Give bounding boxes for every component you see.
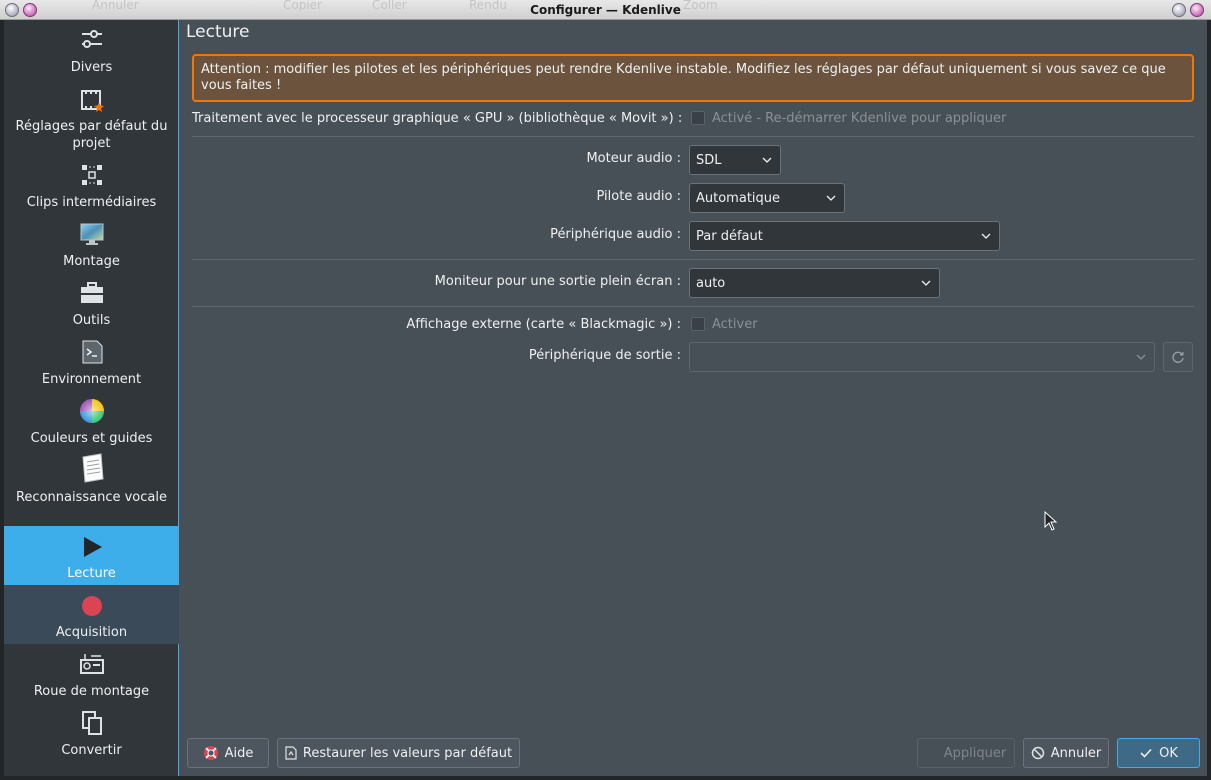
sidebar-item-convertir[interactable]: Convertir [4, 706, 179, 762]
convert-icon [79, 710, 105, 736]
cancel-button[interactable]: Annuler [1023, 738, 1109, 768]
sidebar-item-divers[interactable]: Divers [4, 20, 179, 76]
audio-driver-select[interactable]: Automatique [689, 183, 845, 213]
mouse-cursor-icon [1044, 511, 1058, 531]
sidebar-item-label: Montage [63, 254, 120, 269]
sidebar-item-label: Réglages par défaut du projet [15, 119, 168, 151]
sidebar-item-acquisition[interactable]: Acquisition [4, 585, 179, 644]
toolbox-icon [79, 280, 105, 306]
external-display-label: Affichage externe (carte « Blackmagic »)… [406, 317, 681, 332]
audio-engine-value: SDL [696, 153, 722, 168]
apply-button[interactable]: Appliquer [917, 738, 1015, 768]
audio-driver-label: Pilote audio : [596, 189, 682, 204]
sidebar-item-label: Lecture [67, 566, 116, 581]
document-revert-icon [285, 746, 297, 760]
sidebar-item-label: Roue de montage [33, 684, 150, 699]
window-title: Configurer — Kdenlive [530, 3, 681, 17]
external-display-checkbox[interactable] [691, 317, 705, 331]
lifebuoy-icon [203, 746, 218, 760]
window-minimize-button[interactable] [1172, 3, 1186, 17]
sidebar-item-proxy-clips[interactable]: Clips intermédiaires [4, 158, 179, 214]
sidebar-item-colors-guides[interactable]: Couleurs et guides [4, 394, 179, 450]
settings-sidebar: Divers Réglages par défaut du projet Cli… [4, 20, 179, 776]
jog-shuttle-icon [79, 651, 105, 677]
fullscreen-monitor-value: auto [696, 276, 726, 291]
notepad-icon [79, 453, 105, 483]
output-device-label: Périphérique de sortie : [528, 348, 681, 363]
sidebar-item-label: Reconnaissance vocale [15, 490, 167, 505]
sliders-icon [79, 26, 105, 52]
chevron-down-icon [981, 233, 991, 239]
window-maximize-button[interactable] [1190, 3, 1204, 17]
audio-engine-label: Moteur audio : [586, 151, 681, 166]
chevron-down-icon [1136, 354, 1146, 360]
audio-engine-select[interactable]: SDL [689, 145, 781, 175]
gpu-processing-label: Traitement avec le processeur graphique … [192, 111, 683, 126]
audio-device-label: Périphérique audio : [550, 227, 681, 242]
audio-device-select[interactable]: Par défaut [689, 221, 1000, 251]
restore-defaults-button[interactable]: Restaurer les valeurs par défaut [277, 738, 520, 768]
sidebar-item-label: Outils [72, 313, 111, 328]
sidebar-item-speech-recognition[interactable]: Reconnaissance vocale [4, 453, 179, 523]
separator [192, 306, 1194, 307]
restore-defaults-label: Restaurer les valeurs par défaut [302, 745, 513, 761]
separator [192, 136, 1194, 137]
checkmark-icon [1140, 748, 1152, 758]
cancel-icon [1031, 746, 1044, 760]
sidebar-item-label: Environnement [41, 372, 142, 387]
output-device-select[interactable] [689, 342, 1155, 372]
refresh-devices-button[interactable] [1163, 342, 1193, 372]
gpu-enable-checkbox[interactable] [691, 111, 705, 125]
ok-button-label: OK [1159, 745, 1178, 761]
fullscreen-monitor-label: Moniteur pour une sortie plein écran : [434, 274, 681, 289]
sidebar-item-jog-shuttle[interactable]: Roue de montage [4, 647, 179, 703]
monitor-icon [79, 221, 105, 247]
separator [192, 259, 1194, 260]
window-titlebar: Annuler Copier Coller Rendu Zoom Configu… [0, 0, 1211, 20]
sidebar-item-lecture[interactable]: Lecture [4, 526, 179, 585]
terminal-icon [79, 339, 105, 365]
sidebar-item-outils[interactable]: Outils [4, 276, 179, 332]
play-icon [79, 534, 105, 560]
apply-button-label: Appliquer [943, 745, 1007, 761]
help-button[interactable]: Aide [187, 738, 269, 768]
ok-button[interactable]: OK [1117, 738, 1200, 768]
chevron-down-icon [826, 195, 836, 201]
record-icon [79, 593, 105, 619]
sidebar-item-label: Couleurs et guides [30, 431, 153, 446]
sidebar-item-label: Clips intermédiaires [26, 195, 157, 210]
cancel-button-label: Annuler [1050, 745, 1102, 761]
proxy-grid-icon [79, 162, 105, 188]
sidebar-item-montage[interactable]: Montage [4, 217, 179, 273]
audio-device-value: Par défaut [696, 229, 763, 244]
page-title: Lecture [186, 22, 250, 42]
refresh-icon [1172, 351, 1184, 363]
sidebar-item-environnement[interactable]: Environnement [4, 335, 179, 391]
chevron-down-icon [921, 280, 931, 286]
audio-driver-value: Automatique [696, 191, 781, 206]
film-star-icon [79, 88, 105, 114]
settings-dialog: Divers Réglages par défaut du projet Cli… [4, 20, 1207, 776]
sidebar-item-label: Divers [70, 60, 113, 75]
gpu-enable-checkbox-label[interactable]: Activé - Re-démarrer Kdenlive pour appli… [712, 111, 1006, 126]
warning-message: Attention : modifier les pilotes et les … [192, 54, 1194, 102]
color-wheel-icon [79, 398, 105, 424]
help-button-label: Aide [224, 745, 254, 761]
fullscreen-monitor-select[interactable]: auto [689, 268, 940, 298]
sidebar-item-label: Convertir [61, 743, 122, 758]
chevron-down-icon [762, 157, 772, 163]
sidebar-item-project-defaults[interactable]: Réglages par défaut du projet [4, 82, 179, 152]
sidebar-item-label: Acquisition [55, 625, 128, 640]
external-display-checkbox-label[interactable]: Activer [712, 317, 758, 332]
